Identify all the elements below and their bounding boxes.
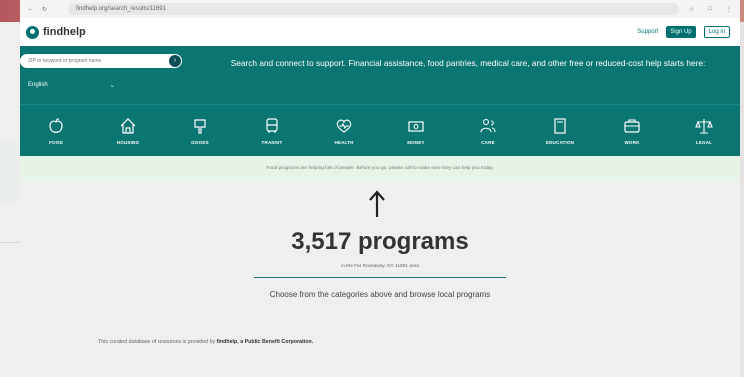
sign-up-button[interactable]: Sign Up xyxy=(666,26,696,38)
blurred-background-left xyxy=(0,22,20,377)
category-label: EDUCATION xyxy=(545,139,575,145)
house-icon xyxy=(120,117,136,134)
people-icon xyxy=(480,118,496,132)
category-education[interactable]: EDUCATION xyxy=(524,105,596,156)
notice-banner: Food programs are helping lots of people… xyxy=(20,156,740,182)
back-icon[interactable]: ← xyxy=(28,6,34,13)
location-text: in the Far Rockaway, NY 11691 area xyxy=(341,264,419,269)
category-bar: FOOD HOUSING GOODS TRANSIT HEALTH MONEY … xyxy=(20,104,740,156)
address-bar[interactable]: findhelp.org/search_results/11691 xyxy=(68,3,679,15)
category-label: MONEY xyxy=(407,139,425,145)
category-label: GOODS xyxy=(191,139,209,145)
browse-hint: Choose from the categories above and bro… xyxy=(269,290,491,299)
book-icon xyxy=(554,117,566,134)
hero-tagline: Search and connect to support. Financial… xyxy=(230,58,706,68)
hero-section: › English ⌄ Search and connect to suppor… xyxy=(20,46,740,104)
category-legal[interactable]: LEGAL xyxy=(668,105,740,156)
menu-icon[interactable]: ⋮ xyxy=(726,6,732,13)
category-label: FOOD xyxy=(49,139,63,145)
findhelp-page: findhelp Support Sign Up Log in › Englis… xyxy=(20,18,740,377)
category-goods[interactable]: GOODS xyxy=(164,105,236,156)
search-input[interactable] xyxy=(20,58,160,64)
logo-text: findhelp xyxy=(43,26,86,38)
category-health[interactable]: HEALTH xyxy=(308,105,380,156)
browser-toolbar: ← ↻ findhelp.org/search_results/11691 ☆ … xyxy=(20,0,740,18)
category-label: TRANSIT xyxy=(261,139,283,145)
footer-note: This curated database of resources is pr… xyxy=(98,339,313,345)
category-care[interactable]: CARE xyxy=(452,105,524,156)
header: findhelp Support Sign Up Log in xyxy=(20,18,740,46)
logo-icon xyxy=(26,25,39,39)
category-label: LEGAL xyxy=(695,139,713,145)
money-icon xyxy=(408,120,424,132)
extensions-icon[interactable]: □ xyxy=(708,6,712,13)
heart-pulse-icon xyxy=(336,119,352,133)
support-link[interactable]: Support xyxy=(637,29,658,35)
findhelp-logo[interactable]: findhelp xyxy=(26,25,86,39)
hanger-icon xyxy=(194,118,206,134)
language-select[interactable]: English ⌄ xyxy=(28,82,115,89)
search-bar: › xyxy=(20,54,182,68)
blurred-background-right xyxy=(740,22,744,377)
search-button[interactable]: › xyxy=(169,55,181,67)
reload-icon[interactable]: ↻ xyxy=(42,6,47,13)
category-transit[interactable]: TRANSIT xyxy=(236,105,308,156)
category-work[interactable]: WORK xyxy=(596,105,668,156)
star-icon[interactable]: ☆ xyxy=(689,6,694,13)
category-label: WORK xyxy=(624,139,640,145)
footer-text: This curated database of resources is pr… xyxy=(98,339,217,345)
category-label: CARE xyxy=(481,139,495,145)
apple-icon xyxy=(49,117,63,133)
category-food[interactable]: FOOD xyxy=(20,105,92,156)
divider xyxy=(254,277,506,278)
footer-provider: findhelp, a Public Benefit Corporation. xyxy=(216,339,314,345)
bus-icon xyxy=(266,117,278,133)
category-housing[interactable]: HOUSING xyxy=(92,105,164,156)
log-in-button[interactable]: Log in xyxy=(703,26,730,38)
category-label: HOUSING xyxy=(116,139,140,145)
briefcase-icon xyxy=(624,118,640,133)
chevron-down-icon: ⌄ xyxy=(109,83,115,89)
url-text: findhelp.org/search_results/11691 xyxy=(76,6,166,12)
category-label: HEALTH xyxy=(334,139,354,145)
program-count: 3,517 programs xyxy=(291,228,469,255)
arrow-up-icon xyxy=(369,190,385,217)
scales-icon xyxy=(695,118,713,134)
category-money[interactable]: MONEY xyxy=(380,105,452,156)
language-value: English xyxy=(28,82,48,88)
